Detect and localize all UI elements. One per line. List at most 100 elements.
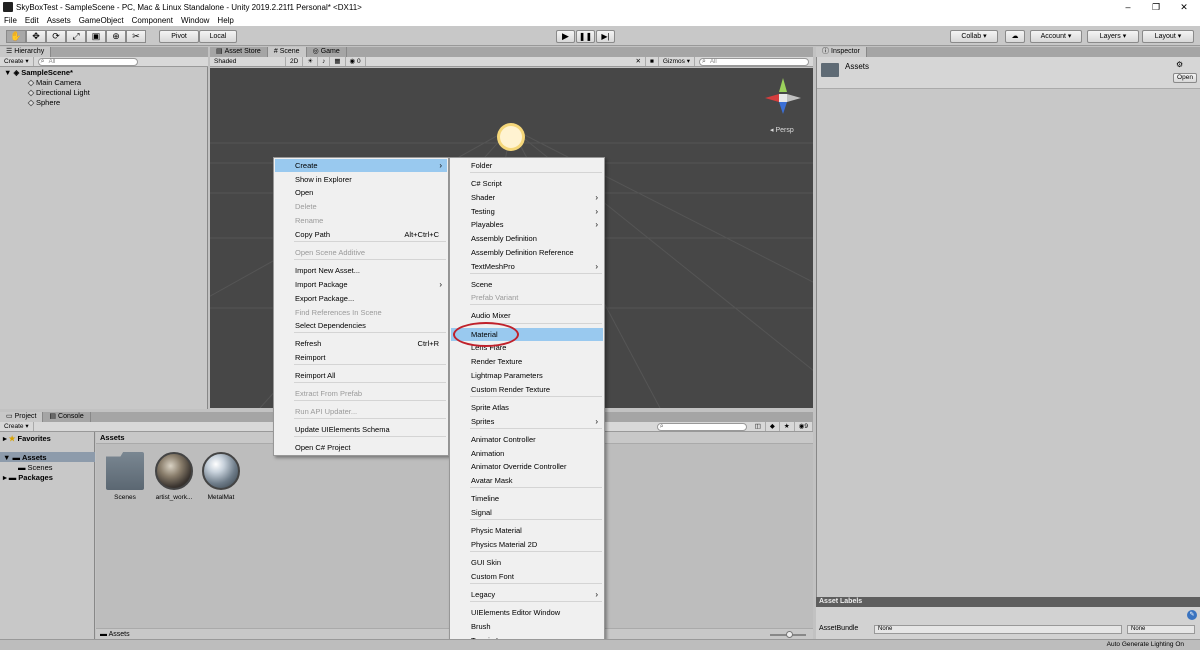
rect-tool-icon[interactable]: ▣ bbox=[86, 30, 106, 43]
context-menu-item[interactable]: Rename bbox=[275, 214, 447, 227]
scene-search-input[interactable]: All bbox=[699, 57, 809, 66]
label-icon[interactable]: ✎ bbox=[1187, 610, 1197, 620]
context-menu-item[interactable]: Import New Asset... bbox=[275, 264, 447, 277]
context-menu-item[interactable]: Find References In Scene bbox=[275, 306, 447, 319]
asset-variant-dropdown[interactable]: None bbox=[1127, 625, 1195, 634]
gear-icon[interactable]: ⚙ bbox=[1176, 60, 1183, 69]
scene-root[interactable]: ▼ ◈ SampleScene* bbox=[4, 68, 73, 77]
minimize-button[interactable]: – bbox=[1114, 0, 1142, 14]
tab-hierarchy[interactable]: ☰ Hierarchy bbox=[0, 47, 52, 57]
menu-file[interactable]: File bbox=[4, 16, 17, 25]
shading-mode-dropdown[interactable]: Shaded bbox=[210, 57, 286, 66]
context-menu-item[interactable]: Create › bbox=[275, 159, 447, 172]
tab-inspector[interactable]: ⓘ Inspector bbox=[816, 47, 867, 57]
create-submenu-item[interactable]: Lightmap Parameters bbox=[451, 369, 603, 382]
hierarchy-item-sphere[interactable]: Sphere bbox=[27, 98, 60, 107]
transform-tool-icon[interactable]: ⊕ bbox=[106, 30, 126, 43]
filter-label-icon[interactable]: ◆ bbox=[766, 422, 780, 431]
tab-project[interactable]: ▭ Project bbox=[0, 412, 44, 422]
step-button[interactable]: ▶| bbox=[596, 30, 615, 43]
favorite-star-icon[interactable]: ★ bbox=[780, 422, 795, 431]
create-submenu-item[interactable]: Physic Material bbox=[451, 524, 603, 537]
project-create-button[interactable]: Create ▾ bbox=[0, 422, 34, 431]
hierarchy-item-directional-light[interactable]: Directional Light bbox=[27, 88, 90, 97]
hierarchy-item-main-camera[interactable]: Main Camera bbox=[27, 78, 81, 87]
create-submenu-item[interactable]: Timeline bbox=[451, 492, 603, 505]
menu-component[interactable]: Component bbox=[132, 16, 173, 25]
hidden-packages-icon[interactable]: ◉9 bbox=[795, 422, 813, 431]
lighting-toggle-icon[interactable]: ☀ bbox=[303, 57, 319, 66]
asset-bundle-dropdown[interactable]: None bbox=[874, 625, 1122, 634]
rotate-tool-icon[interactable]: ⟳ bbox=[46, 30, 66, 43]
hierarchy-search-input[interactable]: All bbox=[37, 57, 138, 66]
context-menu-item[interactable]: Export Package... bbox=[275, 292, 447, 305]
maximize-button[interactable]: ❐ bbox=[1142, 0, 1170, 14]
tab-game[interactable]: ◎ Game bbox=[307, 47, 347, 57]
scene-orientation-gizmo-icon[interactable] bbox=[762, 74, 804, 118]
context-menu-item[interactable]: Select Dependencies bbox=[275, 319, 447, 332]
create-submenu-item[interactable]: Physics Material 2D bbox=[451, 538, 603, 551]
2d-toggle[interactable]: 2D bbox=[286, 57, 304, 66]
create-submenu-item[interactable]: Assembly Definition Reference bbox=[451, 246, 603, 259]
collab-button[interactable]: Collab ▾ bbox=[950, 30, 998, 43]
hand-tool-icon[interactable]: ✋ bbox=[6, 30, 26, 43]
tools-icon[interactable]: ✕ bbox=[632, 57, 646, 66]
layout-dropdown[interactable]: Layout ▾ bbox=[1142, 30, 1194, 43]
zoom-slider-handle[interactable] bbox=[786, 631, 793, 638]
tree-scenes[interactable]: ▬ Scenes bbox=[18, 463, 53, 472]
create-submenu-item[interactable]: Folder bbox=[451, 159, 603, 172]
effects-toggle-icon[interactable]: ▦ bbox=[330, 57, 346, 66]
account-dropdown[interactable]: Account ▾ bbox=[1030, 30, 1082, 43]
create-submenu-item[interactable]: Animator Controller bbox=[451, 433, 603, 446]
context-menu-item[interactable]: Open bbox=[275, 186, 447, 199]
create-submenu-item[interactable]: Avatar Mask bbox=[451, 474, 603, 487]
context-menu-item[interactable]: Reimport All bbox=[275, 369, 447, 382]
create-submenu-item[interactable]: Assembly Definition bbox=[451, 232, 603, 245]
context-menu-item[interactable]: Update UIElements Schema bbox=[275, 423, 447, 436]
context-menu-item[interactable]: Show in Explorer bbox=[275, 173, 447, 186]
create-submenu-item[interactable]: Legacy › bbox=[451, 588, 603, 601]
scale-tool-icon[interactable]: ⤢ bbox=[66, 30, 86, 43]
create-submenu-item[interactable]: Animator Override Controller bbox=[451, 460, 603, 473]
tab-asset-store[interactable]: ▤ Asset Store bbox=[210, 47, 268, 57]
create-submenu-item[interactable]: Testing › bbox=[451, 205, 603, 218]
create-submenu-item[interactable]: Render Texture bbox=[451, 355, 603, 368]
asset-item-scenes[interactable]: Scenes bbox=[106, 452, 144, 501]
create-submenu-item[interactable]: C# Script bbox=[451, 177, 603, 190]
create-submenu-item[interactable]: Sprites › bbox=[451, 415, 603, 428]
context-menu-item[interactable]: Copy Path Alt+Ctrl+C bbox=[275, 228, 447, 241]
create-submenu-item[interactable]: Animation bbox=[451, 447, 603, 460]
filter-type-icon[interactable]: ◫ bbox=[751, 422, 766, 431]
menu-help[interactable]: Help bbox=[217, 16, 233, 25]
context-menu-item[interactable]: Reimport bbox=[275, 351, 447, 364]
menu-window[interactable]: Window bbox=[181, 16, 209, 25]
menu-edit[interactable]: Edit bbox=[25, 16, 39, 25]
create-submenu-item[interactable]: Audio Mixer bbox=[451, 309, 603, 322]
tab-scene[interactable]: # Scene bbox=[267, 47, 307, 57]
hidden-objects-icon[interactable]: ◉ 0 bbox=[346, 57, 366, 66]
pause-button[interactable]: ❚❚ bbox=[576, 30, 595, 43]
move-tool-icon[interactable]: ✥ bbox=[26, 30, 46, 43]
hierarchy-create-button[interactable]: Create ▾ bbox=[0, 57, 34, 66]
pivot-toggle[interactable]: Pivot bbox=[159, 30, 199, 43]
gizmos-dropdown[interactable]: Gizmos ▾ bbox=[659, 57, 695, 66]
audio-toggle-icon[interactable]: ♪ bbox=[318, 57, 331, 66]
open-button[interactable]: Open bbox=[1173, 73, 1197, 83]
context-menu-item[interactable]: Extract From Prefab bbox=[275, 387, 447, 400]
create-submenu-item[interactable]: Custom Render Texture bbox=[451, 383, 603, 396]
tab-console[interactable]: ▤ Console bbox=[43, 412, 91, 422]
create-submenu-item[interactable]: TextMeshPro › bbox=[451, 260, 603, 273]
create-submenu-item[interactable]: Scene bbox=[451, 278, 603, 291]
context-menu-item[interactable]: Run API Updater... bbox=[275, 405, 447, 418]
create-submenu-item[interactable]: GUI Skin bbox=[451, 556, 603, 569]
close-button[interactable]: ✕ bbox=[1170, 0, 1198, 14]
directional-light-gizmo-icon[interactable] bbox=[500, 126, 522, 148]
custom-tool-icon[interactable]: ✂ bbox=[126, 30, 146, 43]
create-submenu-item[interactable]: Signal bbox=[451, 506, 603, 519]
menu-gameobject[interactable]: GameObject bbox=[79, 16, 124, 25]
create-submenu-item[interactable]: Sprite Atlas bbox=[451, 401, 603, 414]
tree-packages[interactable]: ▸ ▬ Packages bbox=[3, 473, 53, 482]
layers-dropdown[interactable]: Layers ▾ bbox=[1087, 30, 1139, 43]
cloud-button[interactable]: ☁ bbox=[1005, 30, 1025, 43]
context-menu-item[interactable]: Import Package › bbox=[275, 278, 447, 291]
